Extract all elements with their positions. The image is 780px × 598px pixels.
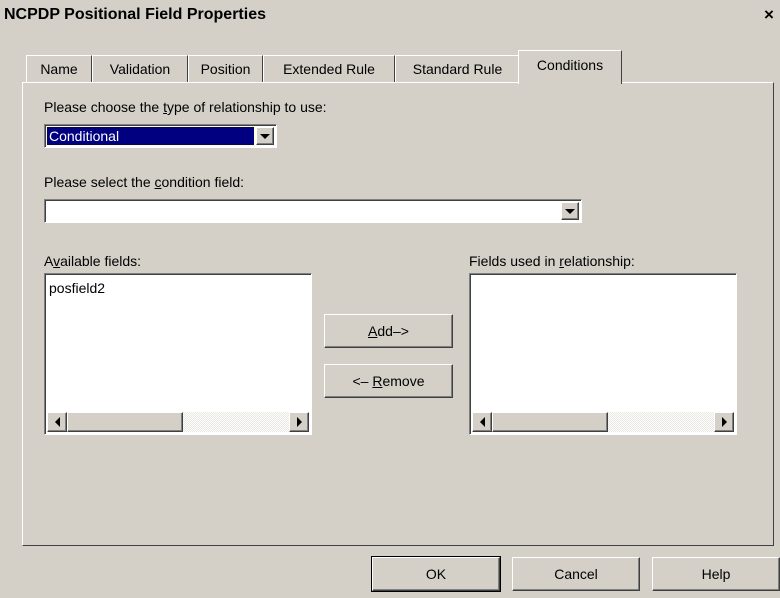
remove-button[interactable]: <– Remove — [324, 364, 453, 398]
tab-standard-rule[interactable]: Standard Rule — [395, 55, 520, 82]
properties-dialog: NCPDP Positional Field Properties × Name… — [0, 0, 780, 598]
add-button[interactable]: Add–> — [324, 314, 453, 348]
close-icon[interactable]: × — [758, 6, 780, 24]
used-fields-list[interactable] — [469, 273, 737, 435]
relationship-type-value: Conditional — [46, 126, 255, 146]
tab-label: Conditions — [536, 57, 604, 73]
window-title: NCPDP Positional Field Properties — [4, 6, 266, 23]
condition-field-value — [47, 202, 559, 220]
horizontal-scrollbar[interactable] — [47, 412, 309, 432]
available-fields-label: Available fields: — [44, 253, 142, 269]
tab-label: Position — [200, 61, 251, 77]
tab-label: Validation — [109, 61, 171, 77]
tab-label: Extended Rule — [283, 61, 375, 77]
chevron-down-icon[interactable] — [561, 202, 579, 220]
arrow-left-icon[interactable] — [472, 412, 492, 432]
ok-button[interactable]: OK — [371, 556, 501, 592]
tab-label: Standard Rule — [412, 61, 503, 77]
help-button[interactable]: Help — [652, 557, 780, 591]
title-bar: NCPDP Positional Field Properties × — [0, 0, 780, 28]
chevron-down-icon[interactable] — [256, 127, 274, 145]
horizontal-scrollbar[interactable] — [472, 412, 734, 432]
scrollbar-thumb[interactable] — [492, 412, 608, 432]
tab-extended-rule[interactable]: Extended Rule — [263, 55, 395, 82]
tab-validation[interactable]: Validation — [92, 55, 188, 82]
cancel-button[interactable]: Cancel — [512, 557, 640, 591]
arrow-right-icon[interactable] — [714, 412, 734, 432]
tab-conditions[interactable]: Conditions — [518, 50, 622, 84]
relationship-type-label: Please choose the type of relationship t… — [44, 99, 327, 115]
tab-label: Name — [40, 61, 78, 77]
condition-field-select[interactable] — [44, 199, 582, 223]
scrollbar-thumb[interactable] — [67, 412, 183, 432]
available-fields-list[interactable]: posfield2 — [44, 273, 312, 435]
tab-position[interactable]: Position — [188, 55, 263, 82]
list-item[interactable]: posfield2 — [49, 280, 105, 296]
arrow-left-icon[interactable] — [47, 412, 67, 432]
condition-field-label: Please select the condition field: — [44, 174, 245, 190]
tab-name[interactable]: Name — [26, 55, 92, 82]
used-fields-label: Fields used in relationship: — [469, 253, 635, 269]
arrow-right-icon[interactable] — [289, 412, 309, 432]
relationship-type-select[interactable]: Conditional — [44, 124, 277, 148]
